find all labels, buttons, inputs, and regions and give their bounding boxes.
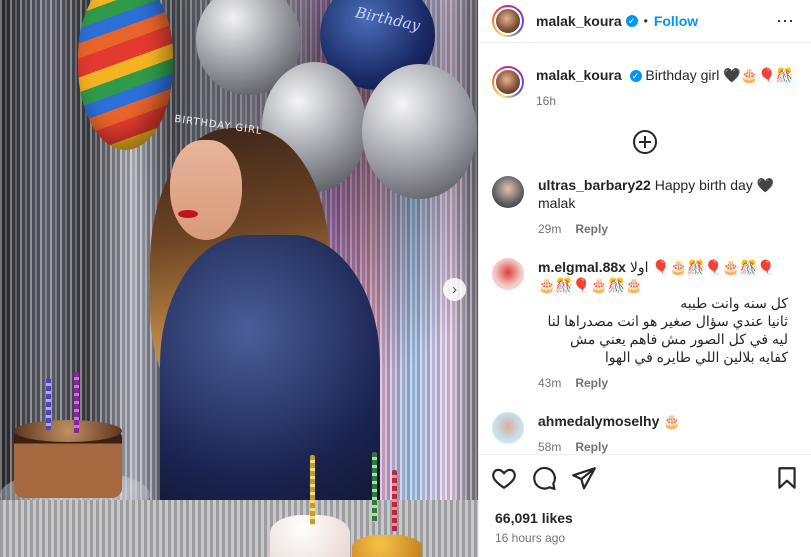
comment-icon[interactable] xyxy=(531,465,557,491)
bookmark-icon[interactable] xyxy=(774,465,800,491)
caption-time[interactable]: 16h xyxy=(536,94,793,108)
cake-top xyxy=(14,420,122,442)
more-options-icon[interactable]: ⋯ xyxy=(776,11,795,32)
comment-item: ultras_barbary22 Happy birth day 🖤 malak… xyxy=(479,176,811,236)
comment-time[interactable]: 29m xyxy=(538,222,561,236)
caption-avatar[interactable] xyxy=(492,66,524,98)
commenter-avatar[interactable] xyxy=(492,412,524,444)
author-avatar[interactable] xyxy=(492,5,524,37)
next-photo-button[interactable]: › xyxy=(443,278,466,301)
separator-dot: • xyxy=(643,14,648,28)
candle xyxy=(46,378,51,430)
candle xyxy=(372,452,377,522)
comment-item: ahmedalymoselhy 🎂 58m Reply xyxy=(479,412,811,454)
commenter-avatar[interactable] xyxy=(492,176,524,208)
post-header: malak_koura ✓ • Follow ⋯ xyxy=(479,0,811,43)
person-face xyxy=(170,140,242,240)
verified-badge-icon: ✓ xyxy=(629,70,642,83)
silver-balloon xyxy=(362,64,477,199)
comment-text: كل سنه وانت طيبه xyxy=(680,295,788,311)
post-side-panel: malak_koura ✓ • Follow ⋯ malak_koura ✓ B… xyxy=(478,0,811,557)
caption-text: Birthday girl 🖤🎂🎈🎊 xyxy=(645,67,793,83)
comment-time[interactable]: 58m xyxy=(538,440,561,454)
comment-text: 🎂 xyxy=(663,413,681,429)
like-count[interactable]: 66,091 likes xyxy=(495,510,573,526)
post-photo[interactable]: Birthday BIRTHDAY GIRL › xyxy=(0,0,478,557)
comment-username[interactable]: ahmedalymoselhy xyxy=(538,413,659,429)
reply-button[interactable]: Reply xyxy=(575,222,608,236)
plus-circle-icon[interactable] xyxy=(633,130,657,154)
verified-badge-icon: ✓ xyxy=(625,15,638,27)
heart-icon[interactable] xyxy=(491,465,517,491)
comment-item: m.elgmal.88x اولا 🎈🎂🎊🎈🎂🎊🎈🎂🎊🎈🎂🎊🎂 كل سنه و… xyxy=(479,258,811,390)
action-bar xyxy=(479,454,811,491)
candle xyxy=(74,372,79,434)
author-username[interactable]: malak_koura xyxy=(536,13,622,29)
comment-text: ثانيا عندي سؤال صغير هو انت مصدراها لنا … xyxy=(547,313,788,365)
paper-plane-icon[interactable] xyxy=(571,465,597,491)
reply-button[interactable]: Reply xyxy=(575,440,608,454)
comment-username[interactable]: m.elgmal.88x xyxy=(538,259,626,275)
caption: malak_koura ✓ Birthday girl 🖤🎂🎈🎊 16h xyxy=(479,43,811,108)
orange-cake xyxy=(352,535,422,557)
reply-button[interactable]: Reply xyxy=(575,376,608,390)
caption-username[interactable]: malak_koura xyxy=(536,67,622,83)
follow-button[interactable]: Follow xyxy=(654,13,698,29)
comments-list: ultras_barbary22 Happy birth day 🖤 malak… xyxy=(479,176,811,454)
chevron-right-icon: › xyxy=(452,281,457,298)
post-timestamp[interactable]: 16 hours ago xyxy=(495,531,565,545)
candle xyxy=(310,455,315,525)
commenter-avatar[interactable] xyxy=(492,258,524,290)
comment-time[interactable]: 43m xyxy=(538,376,561,390)
comment-username[interactable]: ultras_barbary22 xyxy=(538,177,651,193)
candle xyxy=(392,470,397,532)
person-lips xyxy=(178,210,198,218)
